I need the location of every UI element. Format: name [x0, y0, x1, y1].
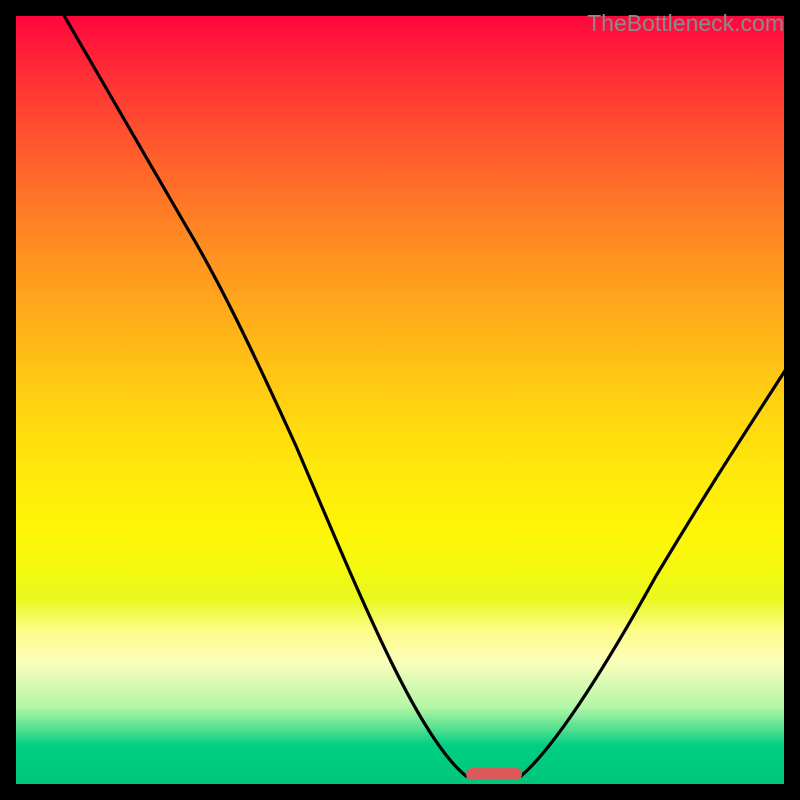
- chart-plot-area: [16, 16, 784, 784]
- optimal-range-marker: [466, 768, 522, 780]
- watermark-text: TheBottleneck.com: [587, 10, 784, 37]
- bottleneck-curve: [16, 16, 784, 784]
